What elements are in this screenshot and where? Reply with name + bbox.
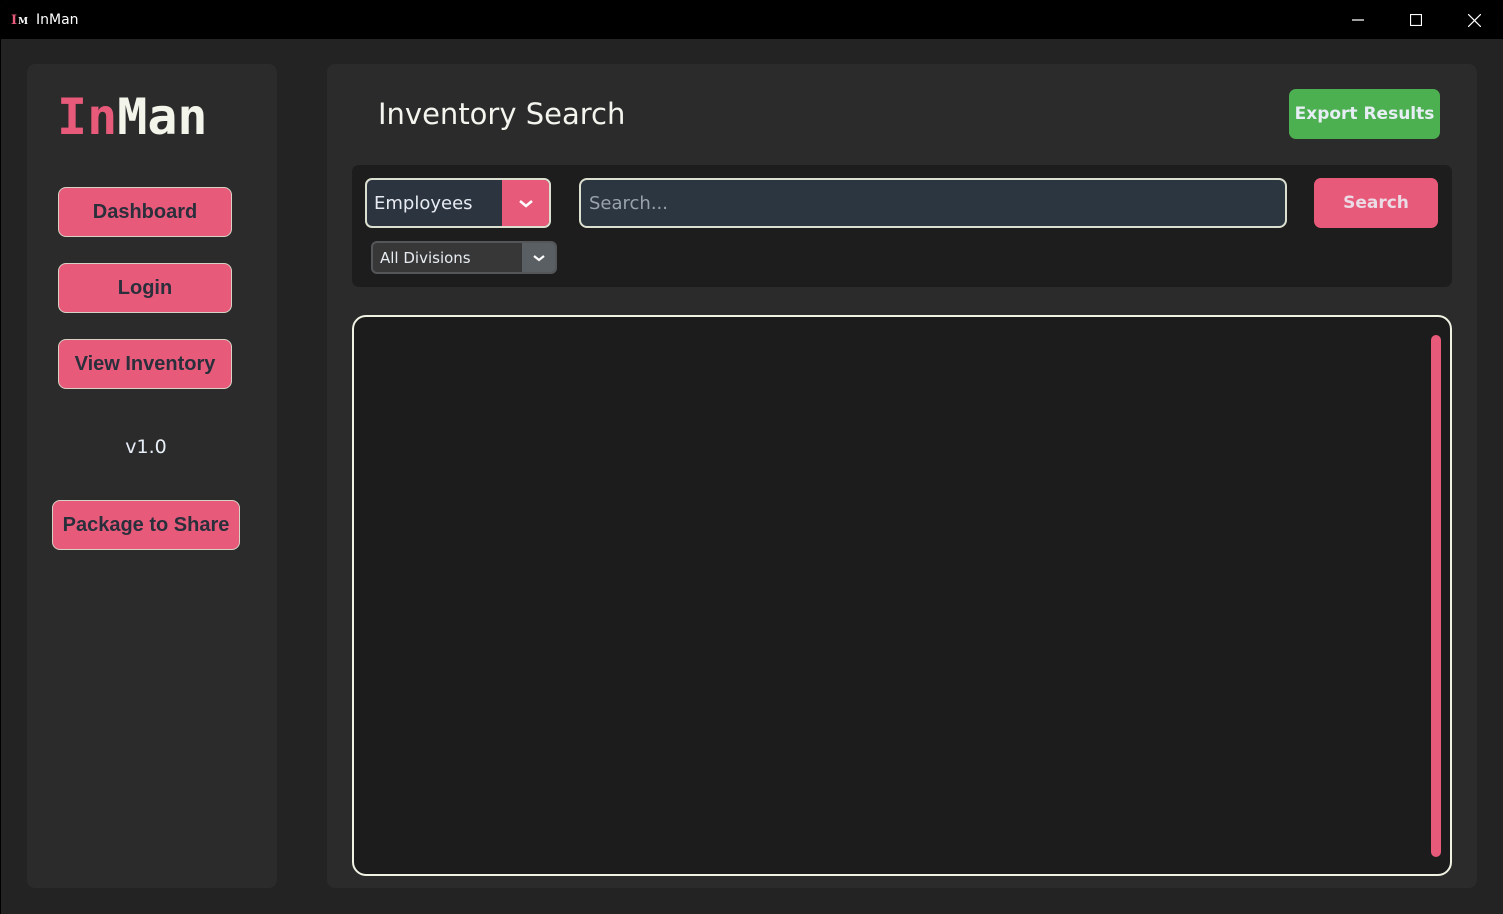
chevron-down-icon <box>518 199 533 208</box>
title-bar: I M InMan <box>1 1 1503 39</box>
category-dropdown-arrow[interactable] <box>502 180 549 226</box>
close-icon <box>1467 13 1481 27</box>
division-selected-value: All Divisions <box>380 248 471 267</box>
minimize-button[interactable] <box>1329 1 1387 39</box>
version-label: v1.0 <box>125 436 167 458</box>
app-icon: I M <box>11 13 31 27</box>
search-input[interactable] <box>579 178 1287 228</box>
category-dropdown[interactable]: Employees <box>365 178 551 228</box>
results-scrollbar[interactable] <box>1431 335 1441 857</box>
main-panel: Inventory Search Export Results Employee… <box>327 64 1477 888</box>
logo-in: In <box>57 88 118 146</box>
category-selected-value: Employees <box>374 192 473 214</box>
results-area <box>352 315 1452 876</box>
app-icon-letter-m: M <box>18 17 29 27</box>
page-title: Inventory Search <box>378 97 626 131</box>
app-window: I M InMan InMan Dashboard Login View Inv… <box>1 1 1503 914</box>
division-dropdown-arrow[interactable] <box>522 243 555 272</box>
view-inventory-button[interactable]: View Inventory <box>58 339 232 389</box>
window-title: InMan <box>36 12 79 28</box>
division-dropdown[interactable]: All Divisions <box>371 241 557 274</box>
chevron-down-icon <box>532 254 545 261</box>
search-button[interactable]: Search <box>1314 178 1438 228</box>
window-controls <box>1329 1 1503 39</box>
login-button[interactable]: Login <box>58 263 232 313</box>
export-results-button[interactable]: Export Results <box>1289 89 1440 139</box>
app-icon-letter-i: I <box>11 13 18 28</box>
dashboard-button[interactable]: Dashboard <box>58 187 232 237</box>
minimize-icon <box>1352 19 1364 21</box>
sidebar: InMan Dashboard Login View Inventory v1.… <box>27 64 277 888</box>
maximize-icon <box>1410 14 1422 26</box>
maximize-button[interactable] <box>1387 1 1445 39</box>
logo-man: Man <box>117 88 208 146</box>
app-logo: InMan <box>57 92 208 142</box>
package-to-share-button[interactable]: Package to Share <box>52 500 240 550</box>
close-button[interactable] <box>1445 1 1503 39</box>
search-panel: Employees All Divisions Search <box>352 165 1452 287</box>
